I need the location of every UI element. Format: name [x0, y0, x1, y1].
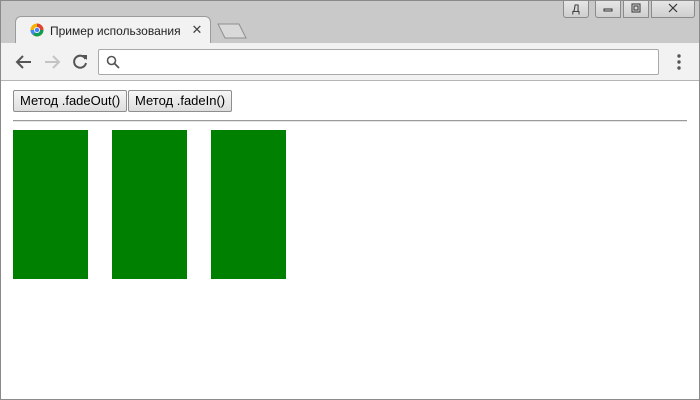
minimize-icon [603, 3, 613, 16]
close-icon [668, 3, 678, 16]
profile-button[interactable]: Д [563, 1, 589, 18]
green-block-2 [112, 130, 187, 279]
page-content: Метод .fadeOut() Метод .fadeIn() [1, 81, 699, 399]
address-input[interactable] [127, 53, 647, 71]
new-tab-button[interactable] [217, 23, 247, 39]
browser-toolbar [1, 43, 699, 81]
fadeout-button[interactable]: Метод .fadeOut() [13, 90, 128, 112]
browser-window: Пример использования jQuery ✕ Д [0, 0, 700, 400]
green-block-3 [211, 130, 286, 279]
arrow-right-icon [41, 55, 63, 77]
minimize-button[interactable] [595, 1, 621, 18]
window-controls: Д [563, 1, 695, 21]
close-window-button[interactable] [651, 1, 695, 18]
reload-icon [69, 54, 91, 77]
search-icon [106, 55, 120, 69]
arrow-left-icon [13, 55, 35, 77]
green-block-1 [13, 130, 88, 279]
tab-strip: Пример использования jQuery ✕ Д [1, 1, 699, 43]
maximize-icon [631, 3, 641, 16]
maximize-button[interactable] [623, 1, 649, 18]
active-tab[interactable]: Пример использования jQuery ✕ [15, 16, 211, 43]
favicon-icon [30, 23, 44, 37]
fadein-button[interactable]: Метод .fadeIn() [128, 90, 233, 112]
back-button[interactable] [13, 51, 35, 73]
tab-close-icon[interactable]: ✕ [189, 22, 205, 38]
more-vertical-icon [669, 54, 689, 77]
reload-button[interactable] [69, 51, 91, 73]
address-bar[interactable] [98, 49, 659, 75]
browser-menu-button[interactable] [669, 51, 689, 73]
profile-label: Д [572, 3, 580, 15]
horizontal-divider [13, 120, 687, 122]
forward-button[interactable] [41, 51, 63, 73]
tab-title: Пример использования jQuery [50, 24, 180, 38]
